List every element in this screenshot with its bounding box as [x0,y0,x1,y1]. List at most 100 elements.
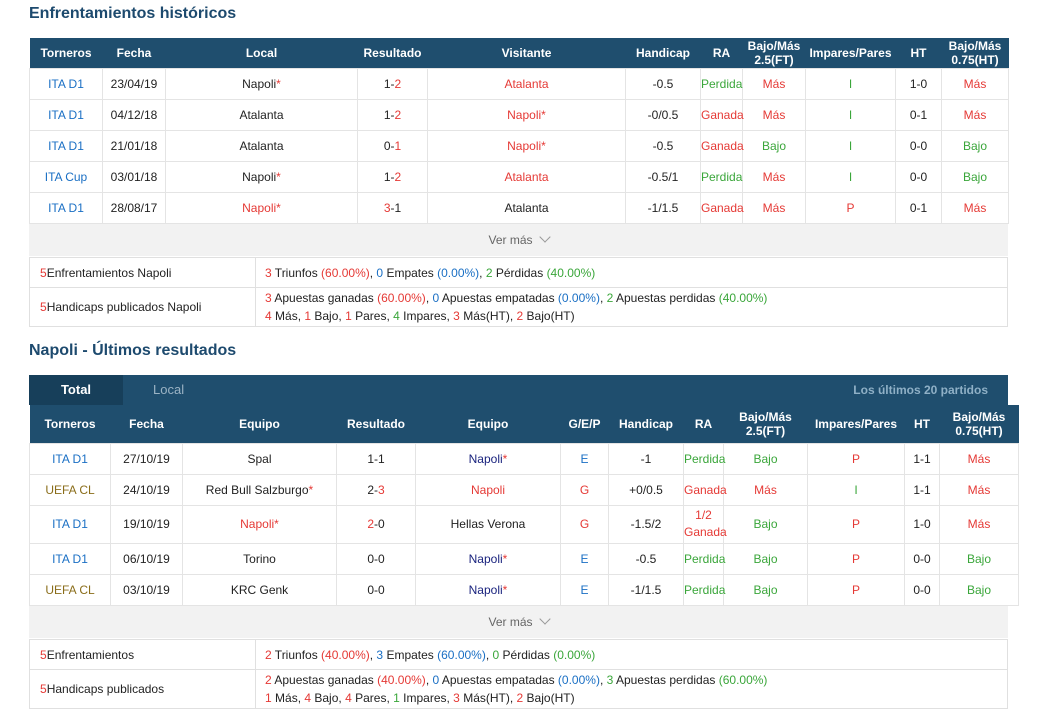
tournament-cell[interactable]: ITA Cup [29,160,103,193]
team2-name: Napoli [468,451,503,466]
tournament-link: UEFA CL [45,482,95,497]
team1-cell[interactable]: Spal [182,442,337,475]
won-bets-pct: (60.00%) [377,291,426,305]
over-under-ht-cell: Más [941,191,1009,224]
tournament-cell[interactable]: ITA D1 [29,129,103,162]
table-row: ITA Cup 03/01/18 Napoli* 1-2 Atalanta -0.5/1 P… [29,160,1009,193]
local-team-cell[interactable]: Napoli* [165,160,358,193]
ra-cell: Perdida [683,573,725,606]
visitor-team-name: Napoli [507,107,542,122]
handicap-cell: -0.5 [625,67,701,100]
ra-text: Perdida [684,451,726,466]
draws-pct: (60.00%) [437,647,486,662]
table-row: UEFA CL 24/10/19 Red Bull Salzburgo* 2-3 Nap… [29,473,1019,506]
table-row: ITA D1 27/10/19 Spal 1-1 Napoli* E -1 Perdida Ba… [29,442,1019,475]
over-under-cell: Más [742,67,806,100]
date-cell: 27/10/19 [110,442,183,475]
ra-text: Ganada [701,138,744,153]
gep-cell: E [560,442,609,475]
local-team-cell[interactable]: Napoli* [165,67,358,100]
impares-count: 1 [393,691,400,705]
table-row: ITA D1 28/08/17 Napoli* 3-1 Atalanta -1/1.5 Ga… [29,191,1009,224]
result-away: 2 [394,107,402,122]
ht-cell: 0-1 [895,98,942,131]
h2h-summary: 5 Enfrentamientos Napoli 3 Triunfos (60.… [29,257,1008,327]
summary-count: 5 [40,300,47,314]
table-row: ITA D1 06/10/19 Torino 0-0 Napoli* E -0.5 Perdi… [29,542,1019,575]
summary-line: 1 Más, 4 Bajo, 4 Pares, 1 Impares, 3 Más… [265,689,767,707]
visitor-team-cell[interactable]: Napoli* [427,98,626,131]
result-home: 1 [383,169,391,184]
tab-total[interactable]: Total [29,375,123,405]
local-team-cell[interactable]: Atalanta [165,129,358,162]
over-under-ht-text: Más [963,107,987,122]
tournament-cell[interactable]: ITA D1 [29,442,111,475]
team1-name: KRC Genk [230,582,289,597]
team2-cell[interactable]: Napoli [415,473,561,506]
over-under-text: Más [762,169,786,184]
result-cell: 1-2 [357,98,428,131]
odd-even-cell: I [805,129,896,162]
lost-bets-text: Apuestas perdidas [613,673,719,687]
column-header: RA [700,38,743,68]
star-marker: * [276,169,281,184]
result-away: 1 [394,138,402,153]
star-marker: * [502,582,508,597]
ht-score: 0-0 [913,551,931,566]
team1-cell[interactable]: Torino [182,542,337,575]
tournament-link: ITA D1 [48,138,84,153]
result-home: 0 [367,551,374,566]
team1-cell[interactable]: Napoli* [182,504,337,544]
tournament-link: ITA D1 [48,76,84,91]
draws-pct: (0.00%) [437,265,480,280]
gep-text: G [579,517,590,531]
team1-cell[interactable]: KRC Genk [182,573,337,606]
star-marker: * [276,76,281,91]
column-header: HT [904,405,940,443]
result-cell: 2-3 [336,473,416,506]
tab-local[interactable]: Local [153,375,184,405]
summary-count: 5 [40,647,47,662]
visitor-team-cell[interactable]: Atalanta [427,67,626,100]
summary-value: 3 Triunfos (60.00%), 0 Empates (0.00%), … [256,258,595,287]
tournament-cell[interactable]: ITA D1 [29,542,111,575]
visitor-team-cell[interactable]: Napoli* [427,129,626,162]
ver-mas-label: Ver más [488,233,533,247]
tournament-cell[interactable]: ITA D1 [29,67,103,100]
mas-ht-text: Más(HT), [459,309,517,323]
odd-even-cell: I [805,160,896,193]
local-team-cell[interactable]: Atalanta [165,98,358,131]
tournament-cell[interactable]: UEFA CL [29,573,111,606]
over-under-cell: Bajo [723,442,808,475]
impares-count: 4 [393,309,400,323]
team2-name: Napoli [468,551,503,566]
result-home: 1 [383,76,391,91]
ht-cell: 1-0 [904,504,940,544]
draw-bets-pct: (0.00%) [557,291,600,305]
ht-cell: 1-1 [904,473,940,506]
summary-row: 5 Enfrentamientos 2 Triunfos (40.00%), 3… [30,640,1007,670]
h2h-header-row: Torneros Fecha Local Resultado Visitante Hand… [29,38,1009,68]
team2-cell[interactable]: Napoli* [415,542,561,575]
tournament-cell[interactable]: ITA D1 [29,504,111,544]
team2-cell[interactable]: Napoli* [415,442,561,475]
h2h-ver-mas-button[interactable]: Ver más [29,224,1008,256]
visitor-team-cell[interactable]: Atalanta [427,191,626,224]
date-cell: 24/10/19 [110,473,183,506]
team2-cell[interactable]: Napoli* [415,573,561,606]
ht-cell: 1-0 [895,67,942,100]
column-header: Fecha [110,405,183,443]
handicap-text: -1/1.5 [630,582,662,597]
visitor-team-cell[interactable]: Atalanta [427,160,626,193]
summary-label: 5 Handicaps publicados [30,670,256,708]
summary-label-text: Handicaps publicados Napoli [46,300,202,314]
tournament-cell[interactable]: ITA D1 [29,98,103,131]
tournament-cell[interactable]: ITA D1 [29,191,103,224]
team2-cell[interactable]: Hellas Verona [415,504,561,544]
tournament-cell[interactable]: UEFA CL [29,473,111,506]
summary-value: 2 Apuestas ganadas (40.00%), 0 Apuestas … [256,670,767,708]
team1-cell[interactable]: Red Bull Salzburgo* [182,473,337,506]
over-under-ht-text: Bajo [966,551,992,566]
local-team-cell[interactable]: Napoli* [165,191,358,224]
recent-ver-mas-button[interactable]: Ver más [29,606,1008,638]
